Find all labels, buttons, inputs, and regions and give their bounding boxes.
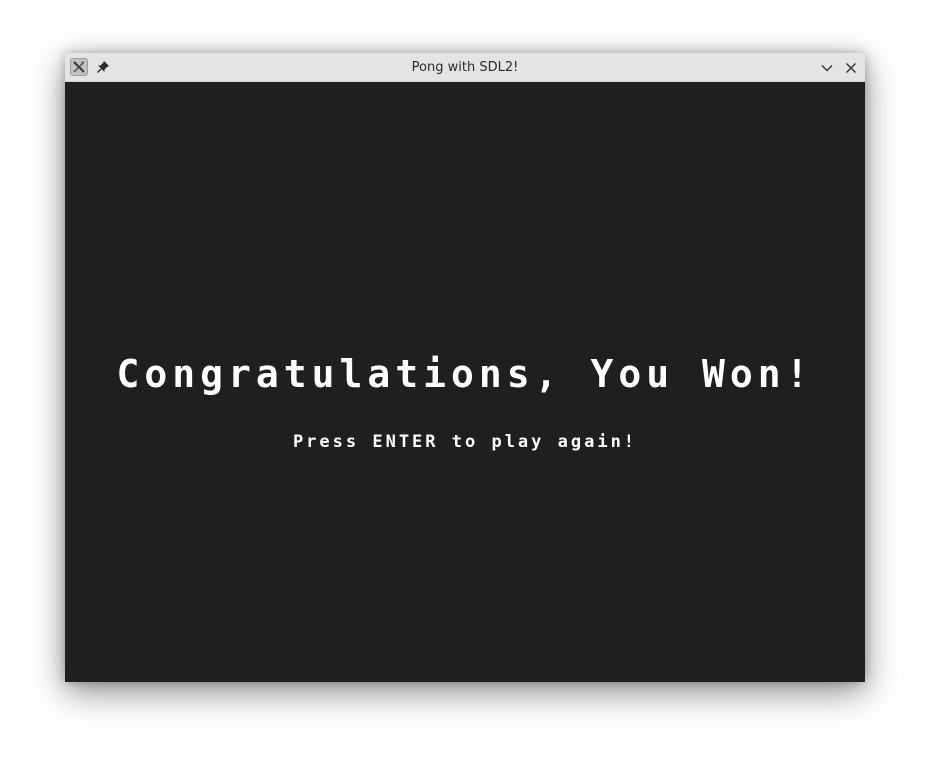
close-icon[interactable] (842, 59, 860, 77)
play-again-prompt: Press ENTER to play again! (292, 432, 638, 452)
chevron-down-icon[interactable] (818, 59, 836, 77)
game-canvas[interactable]: Congratulations, You Won! Press ENTER to… (65, 82, 865, 682)
app-window: Pong with SDL2! Congratulations, You Won… (65, 53, 865, 682)
window-title: Pong with SDL2! (411, 60, 519, 75)
title-bar[interactable]: Pong with SDL2! (65, 53, 865, 82)
win-headline: Congratulations, You Won! (116, 352, 814, 396)
